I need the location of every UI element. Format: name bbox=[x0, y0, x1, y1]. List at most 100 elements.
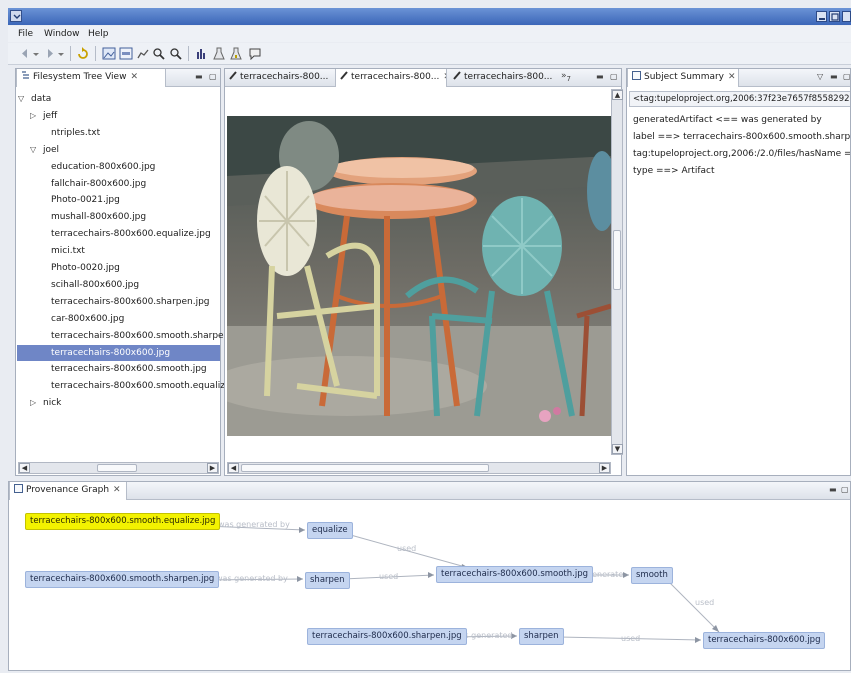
tree-item-label: terracechairs-800x600.sharpen.jpg bbox=[51, 296, 210, 307]
maximize-view-icon[interactable]: ▢ bbox=[209, 72, 217, 81]
forward-icon[interactable] bbox=[43, 47, 57, 60]
scroll-left-icon[interactable]: ◀ bbox=[228, 463, 239, 473]
close-icon[interactable]: ✕ bbox=[130, 72, 138, 82]
scroll-thumb[interactable] bbox=[613, 230, 621, 290]
image-file-icon bbox=[229, 70, 237, 87]
system-menu-icon[interactable] bbox=[10, 10, 22, 22]
tree-item-label: terracechairs-800x600.smooth.equalize.jp… bbox=[51, 381, 248, 392]
flask-icon[interactable] bbox=[212, 47, 226, 60]
toolbar-separator bbox=[95, 46, 96, 61]
tab-image-1[interactable]: terracechairs-800... bbox=[225, 69, 333, 87]
collapsed-twisty-icon[interactable]: ▷ bbox=[30, 108, 36, 124]
flask-plus-icon[interactable] bbox=[229, 47, 243, 60]
editor-tab-bar: terracechairs-800... terracechairs-800..… bbox=[225, 69, 621, 87]
node-smooth-process[interactable]: smooth bbox=[631, 567, 673, 584]
node-sharpen-process-2[interactable]: sharpen bbox=[519, 628, 564, 645]
tree-item-label: jeff bbox=[43, 110, 58, 121]
provenance-graph-view: Provenance Graph✕ ▬ ▢ was generated by bbox=[8, 481, 851, 671]
tree-item-label: data bbox=[31, 94, 52, 104]
tree-item[interactable]: terracechairs-800x600.jpg bbox=[17, 344, 220, 361]
close-icon[interactable]: ✕ bbox=[443, 72, 446, 82]
tab-overflow-button[interactable]: »7 bbox=[561, 71, 571, 83]
edge-label: was generated by bbox=[218, 520, 290, 529]
minimize-editor-icon[interactable]: ▬ bbox=[596, 72, 604, 81]
close-window-icon[interactable] bbox=[842, 11, 851, 22]
tree-item-label: mici.txt bbox=[51, 246, 85, 257]
node-smooth-equalize-file[interactable]: terracechairs-800x600.smooth.equalize.jp… bbox=[25, 513, 221, 530]
scroll-up-icon[interactable]: ▲ bbox=[612, 90, 623, 100]
menu-help[interactable]: Help bbox=[88, 29, 109, 39]
tree-item-label: terracechairs-800x600.jpg bbox=[51, 347, 171, 358]
maximize-window-icon[interactable] bbox=[829, 11, 840, 22]
node-sharpen-file[interactable]: terracechairs-800x600.sharpen.jpg bbox=[307, 628, 467, 645]
maximize-editor-icon[interactable]: ▢ bbox=[610, 72, 618, 81]
tree-item-label: terracechairs-800x600.smooth.sharpen.jpg bbox=[51, 330, 247, 341]
node-sharpen-process[interactable]: sharpen bbox=[305, 572, 350, 589]
tree-horizontal-scrollbar[interactable]: ◀ ▶ bbox=[18, 462, 219, 474]
expanded-twisty-icon[interactable]: ▽ bbox=[18, 91, 24, 107]
edge-label: used bbox=[379, 572, 399, 581]
subject-summary-title: Subject Summary bbox=[644, 72, 724, 82]
menu-window[interactable]: Window bbox=[44, 29, 80, 39]
image-horizontal-scrollbar[interactable]: ◀ ▶ bbox=[227, 462, 611, 474]
maximize-view-icon[interactable]: ▢ bbox=[843, 72, 850, 81]
edge-label: was generated by bbox=[216, 574, 288, 583]
rgb-view-icon[interactable] bbox=[119, 47, 133, 60]
expanded-twisty-icon[interactable]: ▽ bbox=[30, 142, 36, 158]
edge-line bbox=[668, 581, 720, 633]
edge-arrow bbox=[297, 576, 303, 582]
toolbar-separator bbox=[188, 46, 189, 61]
scroll-down-icon[interactable]: ▼ bbox=[612, 444, 623, 454]
comment-icon[interactable] bbox=[248, 47, 262, 61]
window-title-bar[interactable] bbox=[8, 8, 851, 25]
scroll-right-icon[interactable]: ▶ bbox=[207, 463, 218, 473]
minimize-view-icon[interactable]: ▬ bbox=[195, 72, 203, 81]
edge-label: used bbox=[621, 634, 641, 643]
image-editor: terracechairs-800... terracechairs-800..… bbox=[224, 68, 623, 476]
back-icon[interactable] bbox=[18, 47, 32, 60]
tab-filesystem-tree-view[interactable]: Filesystem Tree View ✕ bbox=[16, 69, 166, 87]
zoom-out-icon[interactable] bbox=[169, 47, 183, 60]
scroll-left-icon[interactable]: ◀ bbox=[19, 463, 30, 473]
chart-icon[interactable] bbox=[136, 47, 150, 60]
node-original-file[interactable]: terracechairs-800x600.jpg bbox=[703, 632, 826, 649]
subject-summary-view: Subject Summary ✕ ▽ ▬ ▢ <tag:tupeloprojec… bbox=[626, 68, 851, 476]
histogram-icon[interactable] bbox=[195, 47, 209, 60]
summary-line: type ==> Artifact bbox=[633, 166, 715, 176]
node-equalize-process[interactable]: equalize bbox=[307, 522, 353, 539]
tree-item-label: nick bbox=[43, 398, 62, 409]
filesystem-tree-view: Filesystem Tree View ✕ ▬ ▢ ▽ data ▷ jeff ntri… bbox=[15, 68, 247, 476]
summary-line: tag:tupeloproject.org,2006:/2.0/files/ha… bbox=[633, 149, 851, 159]
tab-image-2[interactable]: terracechairs-800...✕ bbox=[335, 69, 447, 87]
collapsed-twisty-icon[interactable]: ▷ bbox=[30, 395, 36, 411]
tab-image-3[interactable]: terracechairs-800... bbox=[449, 69, 555, 87]
forward-dropdown-icon[interactable] bbox=[57, 47, 65, 60]
scroll-right-icon[interactable]: ▶ bbox=[599, 463, 610, 473]
image-view-icon[interactable] bbox=[102, 47, 116, 60]
minimize-view-icon[interactable]: ▬ bbox=[830, 72, 838, 81]
tree-item-label: Photo-0020.jpg bbox=[51, 263, 120, 273]
node-smooth-sharpen-file[interactable]: terracechairs-800x600.smooth.sharpen.jpg bbox=[25, 571, 220, 588]
image-vertical-scrollbar[interactable]: ▲ ▼ bbox=[611, 89, 623, 455]
subject-uri-field[interactable]: <tag:tupeloproject.org,2006:37f23e7657f8… bbox=[629, 91, 850, 107]
tree-item-label: Photo-0021.jpg bbox=[51, 195, 120, 206]
view-menu-icon[interactable]: ▽ bbox=[817, 72, 823, 81]
scroll-thumb[interactable] bbox=[97, 464, 137, 472]
tab-subject-summary[interactable]: Subject Summary ✕ bbox=[627, 69, 739, 87]
summary-line: label ==> terracechairs-800x600.smooth.s… bbox=[633, 132, 851, 142]
menu-file[interactable]: File bbox=[18, 29, 33, 39]
node-smooth-file[interactable]: terracechairs-800x600.smooth.jpg bbox=[436, 566, 593, 583]
zoom-in-icon[interactable] bbox=[152, 47, 166, 60]
tree-item-label: scihall-800x600.jpg bbox=[51, 279, 140, 290]
edge-label: used bbox=[397, 544, 417, 553]
scroll-thumb[interactable] bbox=[241, 464, 489, 472]
image-file-icon bbox=[340, 70, 348, 87]
tree-item-label: car-800x600.jpg bbox=[51, 313, 125, 324]
back-dropdown-icon[interactable] bbox=[32, 47, 40, 60]
refresh-icon[interactable] bbox=[76, 47, 90, 60]
filesystem-tree-view-title: Filesystem Tree View bbox=[33, 72, 127, 82]
menu-bar bbox=[8, 26, 851, 42]
minimize-window-icon[interactable] bbox=[816, 11, 827, 22]
close-icon[interactable]: ✕ bbox=[728, 72, 736, 82]
tree-item-label: terracechairs-800x600.smooth.jpg bbox=[51, 364, 207, 375]
